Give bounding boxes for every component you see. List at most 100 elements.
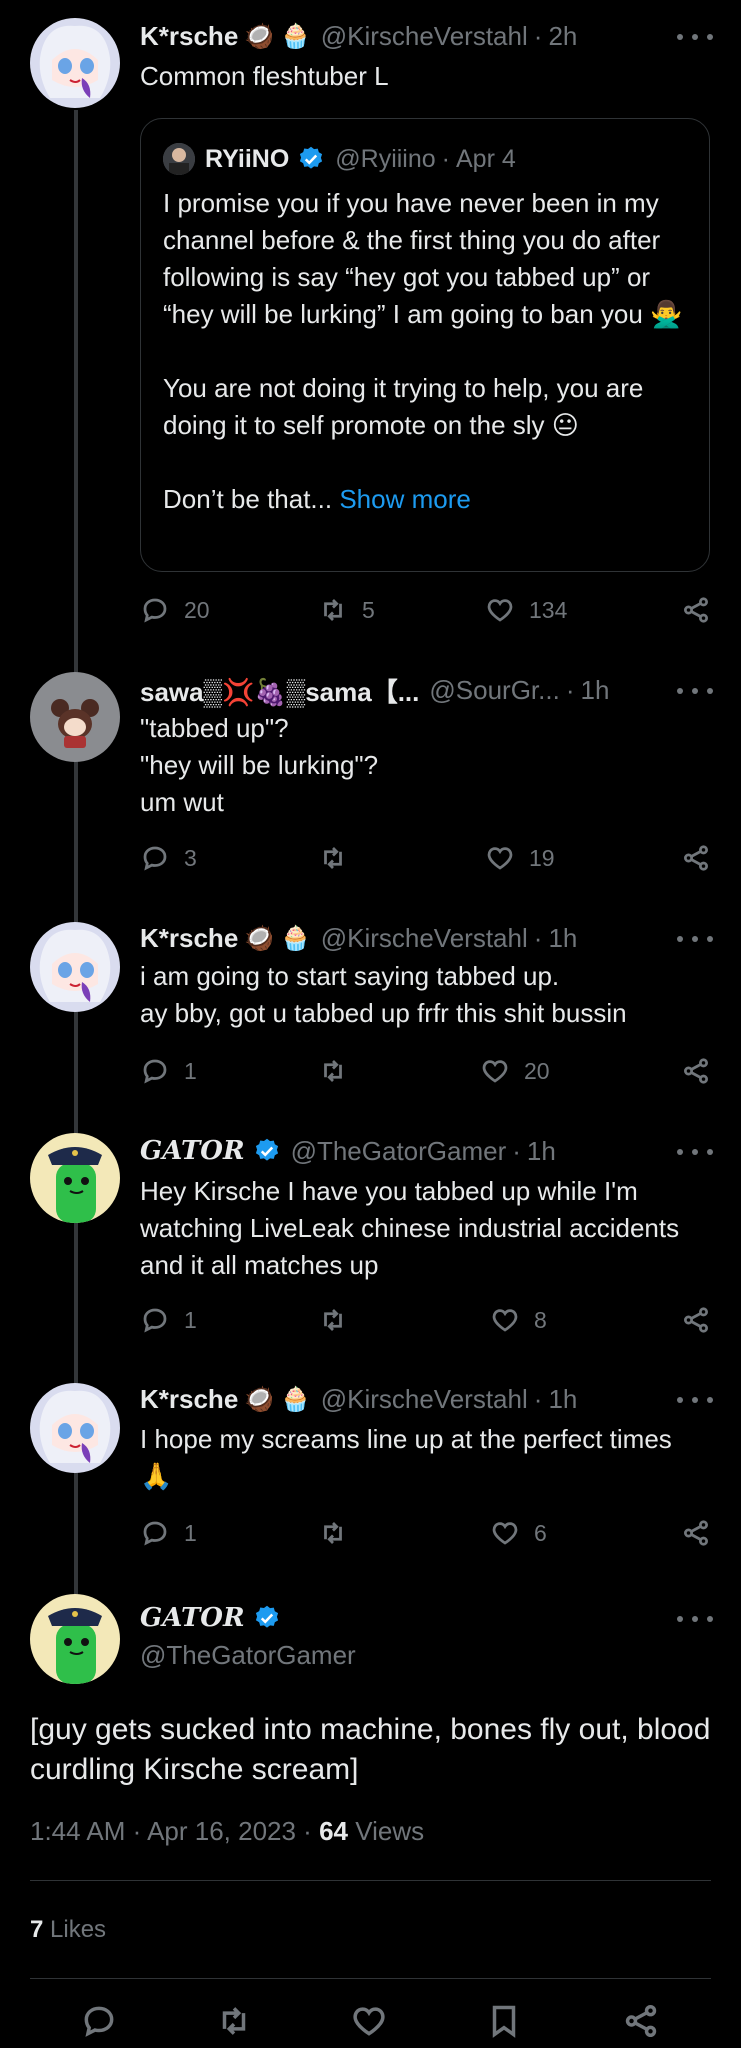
like-button[interactable]: 19: [485, 843, 555, 873]
like-count: 20: [524, 1057, 550, 1084]
tweet-text: Hey Kirsche I have you tabbed up while I…: [140, 1176, 680, 1280]
verified-badge-icon: [253, 1604, 281, 1632]
quoted-header: RYiiNO @Ryiiino · Apr 4: [163, 141, 516, 177]
separator-dot: ·: [565, 674, 575, 705]
tweet-actions: 20 5 134: [140, 595, 711, 631]
reply-icon: [143, 598, 167, 623]
separator-dot: ·: [512, 1135, 521, 1166]
display-name[interactable]: K*rsche: [140, 923, 238, 954]
reply-button[interactable]: [80, 2002, 120, 2042]
tweet-header: GATOR @TheGatorGamer · 1h: [140, 1133, 556, 1169]
share-icon: [684, 597, 708, 623]
display-name[interactable]: K*rsche: [140, 1384, 238, 1415]
like-button[interactable]: 6: [490, 1518, 547, 1548]
likes-label: Likes: [43, 1916, 107, 1943]
quoted-tweet[interactable]: RYiiNO @Ryiiino · Apr 4 I promise you if…: [140, 118, 710, 572]
timestamp[interactable]: 1h: [527, 1136, 556, 1167]
quoted-text: I promise you if you have never been in …: [163, 185, 687, 518]
username[interactable]: @KirscheVerstahl: [321, 923, 528, 954]
display-name[interactable]: GATOR: [140, 1603, 245, 1633]
show-more-link[interactable]: Show more: [339, 484, 471, 514]
reply-button[interactable]: 20: [140, 595, 210, 625]
quoted-username[interactable]: @Ryiiino: [335, 145, 435, 174]
tweet-header: K*rsche 🥥 🧁 @KirscheVerstahl · 2h: [140, 18, 577, 54]
avatar-kirsche[interactable]: [30, 18, 120, 108]
more-options-icon[interactable]: [677, 681, 713, 701]
share-icon: [684, 1520, 708, 1546]
retweet-button[interactable]: [318, 1056, 362, 1086]
retweet-icon: [324, 847, 342, 869]
tweet-timestamp[interactable]: 1:44 AM · Apr 16, 2023 ·: [30, 1816, 319, 1846]
quoted-display-name[interactable]: RYiiNO: [205, 145, 289, 174]
like-button[interactable]: 8: [490, 1305, 547, 1335]
name-emojis: 🥥 🧁: [244, 924, 311, 952]
tweet-meta: 1:44 AM · Apr 16, 2023 · 64 Views: [30, 1816, 424, 1847]
share-button[interactable]: [681, 595, 711, 625]
retweet-button[interactable]: [215, 2002, 255, 2042]
like-button[interactable]: 134: [485, 595, 567, 625]
avatar-sawa[interactable]: [30, 672, 120, 762]
more-options-icon[interactable]: [677, 1142, 713, 1162]
heart-icon: [487, 847, 513, 870]
more-options-icon[interactable]: [677, 27, 713, 47]
share-button[interactable]: [622, 2002, 662, 2042]
reply-icon: [143, 1059, 167, 1084]
retweet-button[interactable]: [318, 1305, 362, 1335]
avatar-ryiino[interactable]: [163, 143, 195, 175]
more-options-icon[interactable]: [677, 929, 713, 949]
share-button[interactable]: [681, 1056, 711, 1086]
heart-icon: [353, 2007, 385, 2036]
tweet-text: I hope my screams line up at the perfect…: [140, 1424, 672, 1491]
verified-badge-icon: [253, 1137, 281, 1165]
reply-button[interactable]: 1: [140, 1518, 197, 1548]
like-count: 6: [534, 1519, 547, 1546]
retweet-icon: [324, 599, 342, 621]
username[interactable]: @KirscheVerstahl: [321, 1384, 528, 1415]
avatar-kirsche[interactable]: [30, 922, 120, 1012]
separator-dot: ·: [533, 20, 543, 51]
retweet-button[interactable]: [318, 843, 362, 873]
like-count: 8: [534, 1306, 547, 1333]
likes-summary[interactable]: 7 Likes: [30, 1916, 106, 1944]
main-tweet-text: [guy gets sucked into machine, bones fly…: [30, 1713, 711, 1786]
tweet-actions: 1 8: [140, 1305, 711, 1341]
timestamp[interactable]: 2h: [548, 21, 577, 52]
bookmark-button[interactable]: [485, 2002, 525, 2042]
share-button[interactable]: [681, 843, 711, 873]
username[interactable]: @SourGr...: [429, 675, 559, 706]
quoted-body: I promise you if you have never been in …: [163, 188, 683, 514]
quoted-timestamp[interactable]: Apr 4: [456, 145, 516, 174]
more-options-icon[interactable]: [677, 1609, 713, 1629]
avatar-kirsche[interactable]: [30, 1383, 120, 1473]
like-button[interactable]: [350, 2002, 390, 2042]
timestamp[interactable]: 1h: [580, 675, 609, 706]
timestamp[interactable]: 1h: [548, 1384, 577, 1415]
tweet-header: K*rsche 🥥 🧁 @KirscheVerstahl · 1h: [140, 920, 577, 956]
display-name[interactable]: K*rsche: [140, 21, 238, 52]
username[interactable]: @TheGatorGamer: [140, 1640, 356, 1671]
reply-button[interactable]: 1: [140, 1056, 197, 1086]
username[interactable]: @KirscheVerstahl: [321, 21, 528, 52]
tweet-header: sawa▒💢🍇▒sama【... @SourGr... · 1h: [140, 672, 609, 708]
retweet-icon: [324, 1522, 342, 1544]
heart-icon: [492, 1522, 518, 1545]
timestamp[interactable]: 1h: [548, 923, 577, 954]
share-icon: [684, 1307, 708, 1333]
display-name[interactable]: GATOR: [140, 1136, 245, 1166]
username[interactable]: @TheGatorGamer: [291, 1136, 507, 1167]
name-emojis: 🥥 🧁: [244, 1385, 311, 1413]
avatar-gator[interactable]: [30, 1133, 120, 1223]
separator-dot: ·: [533, 1383, 543, 1414]
reply-button[interactable]: 3: [140, 843, 197, 873]
reply-button[interactable]: 1: [140, 1305, 197, 1335]
retweet-button[interactable]: [318, 1518, 362, 1548]
reply-count: 1: [184, 1519, 197, 1546]
share-button[interactable]: [681, 1305, 711, 1335]
avatar-gator[interactable]: [30, 1594, 120, 1684]
retweet-button[interactable]: 5: [318, 595, 375, 625]
tweet-actions: 1 6: [140, 1518, 711, 1554]
display-name[interactable]: sawa▒💢🍇▒sama【...: [140, 672, 419, 709]
like-button[interactable]: 20: [480, 1056, 550, 1086]
share-button[interactable]: [681, 1518, 711, 1548]
more-options-icon[interactable]: [677, 1390, 713, 1410]
